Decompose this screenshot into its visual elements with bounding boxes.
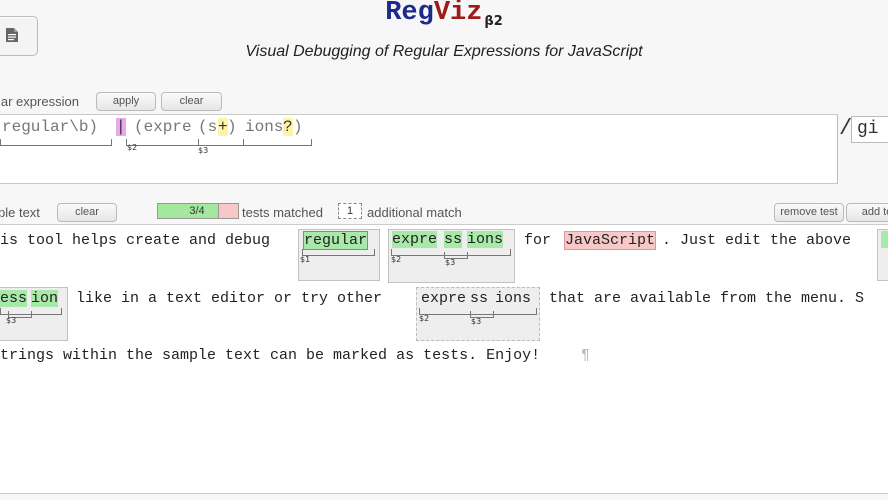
tests-progress-text: 3/4 (189, 205, 205, 217)
regex-token: regular\b) (2, 118, 99, 136)
sample-text-line: like in a text editor or try other (76, 290, 383, 307)
pilcrow-mark: ¶ (581, 347, 591, 364)
regex-token: ) (227, 118, 237, 136)
sample-text-label: ple text (0, 205, 40, 220)
remove-test-button[interactable]: remove test (774, 203, 844, 222)
group-label: $3 (445, 258, 456, 267)
regex-token: (s (198, 118, 218, 136)
tests-progress-bar: 3/4 (157, 203, 239, 219)
match-text: ss (9, 290, 28, 307)
regex-label: lar expression (0, 94, 79, 109)
regex-clear-button[interactable]: clear (161, 92, 222, 111)
group-bracket (198, 139, 244, 146)
sample-text-line: trings within the sample text can be mar… (0, 347, 541, 364)
sample-clear-button[interactable]: clear (57, 203, 117, 222)
add-test-button[interactable]: add te (846, 203, 888, 222)
regex-token: ) (293, 118, 303, 136)
match-text: expre (392, 231, 438, 248)
match-text: e (0, 290, 10, 307)
sample-text-line: . Just edit the above (662, 232, 852, 249)
sample-text-line: that are available from the menu. S (549, 290, 865, 307)
match-text: ion (31, 290, 59, 307)
group-label: $3 (6, 316, 17, 325)
match-text: ss (444, 231, 463, 248)
group-label: $2 (127, 143, 138, 152)
group-bracket (302, 249, 375, 256)
regex-quantifier: ? (283, 118, 293, 136)
regex-token: ions (245, 118, 284, 136)
group-label: $2 (419, 314, 430, 323)
group-bracket (0, 139, 112, 146)
additional-match-count[interactable]: 1 (338, 203, 362, 219)
sample-text-line: for (524, 232, 552, 249)
regex-alternation: | (116, 118, 126, 136)
match-text: ions (495, 290, 532, 307)
apply-button[interactable]: apply (96, 92, 156, 111)
page-subtitle: Visual Debugging of Regular Expressions … (245, 43, 643, 60)
additional-match-label: additional match (367, 205, 462, 220)
match-text: ss (470, 290, 489, 307)
document-icon (6, 28, 18, 42)
group-label: $3 (471, 317, 482, 326)
tests-matched-label: tests matched (242, 205, 323, 220)
flags-input[interactable]: gi (851, 116, 888, 143)
match-text: ions (467, 231, 504, 248)
app-logo: RegViz β2 (385, 0, 503, 29)
match-text (881, 231, 888, 248)
sample-text-line: is tool helps create and debug (0, 232, 271, 249)
group-label: $3 (198, 146, 209, 155)
match-text: regular (303, 231, 369, 250)
group-label: $1 (300, 255, 311, 264)
match-text: expre (421, 290, 467, 307)
unmatched-test-text: JavaScript (564, 231, 657, 250)
group-label: $2 (391, 255, 402, 264)
regex-token: (expre (134, 118, 192, 136)
regex-input[interactable] (0, 114, 838, 184)
